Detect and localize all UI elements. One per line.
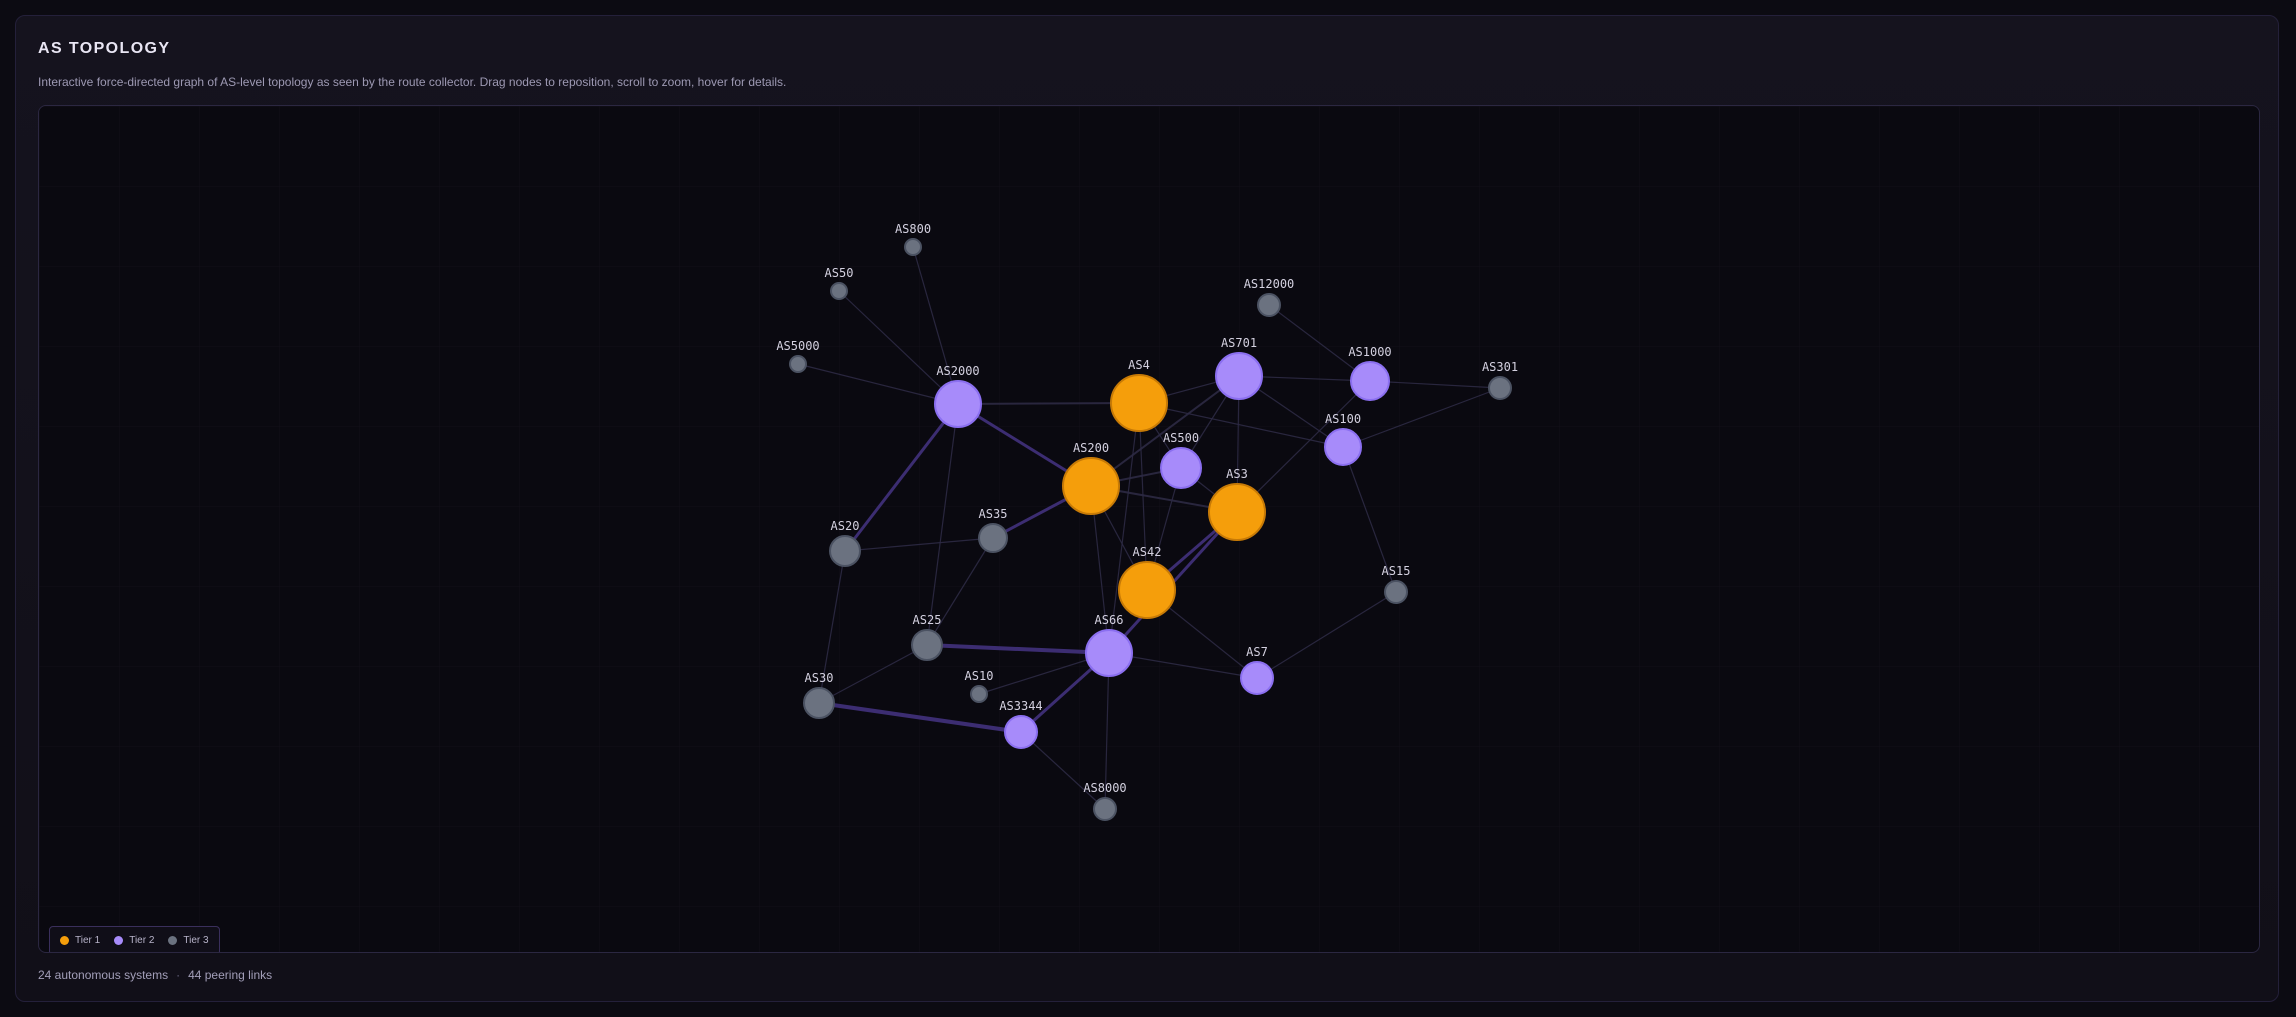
as-node[interactable]: AS20 — [829, 519, 861, 567]
stats-separator: · — [176, 968, 181, 982]
as-node-label: AS15 — [1382, 564, 1411, 578]
as-node-circle[interactable] — [1384, 580, 1408, 604]
link-count: 44 peering links — [188, 968, 273, 982]
as-node[interactable]: AS25 — [911, 613, 943, 661]
legend-item-tier-1[interactable]: Tier 1 — [60, 935, 100, 946]
legend-label: Tier 2 — [129, 935, 155, 946]
as-node[interactable]: AS1000 — [1348, 345, 1392, 401]
as-node-circle[interactable] — [1062, 457, 1120, 515]
as-node-label: AS100 — [1325, 412, 1361, 426]
as-node-label: AS3 — [1226, 467, 1248, 481]
graph-stats: 24 autonomous systems · 44 peering links — [38, 968, 272, 982]
as-node-circle[interactable] — [978, 523, 1008, 553]
as-node-label: AS20 — [831, 519, 860, 533]
as-node-circle[interactable] — [1004, 715, 1038, 749]
as-node-label: AS10 — [965, 669, 994, 683]
page-description: Interactive force-directed graph of AS-l… — [38, 75, 787, 89]
as-node-circle[interactable] — [1240, 661, 1274, 695]
as-node[interactable]: AS2000 — [934, 364, 982, 428]
as-node-circle[interactable] — [803, 687, 835, 719]
as-node-circle[interactable] — [911, 629, 943, 661]
as-node-circle[interactable] — [1118, 561, 1176, 619]
as-node-circle[interactable] — [1324, 428, 1362, 466]
as-node-label: AS7 — [1246, 645, 1268, 659]
legend-label: Tier 1 — [75, 935, 101, 946]
page-title: AS TOPOLOGY — [38, 40, 171, 57]
as-node-label: AS42 — [1133, 545, 1162, 559]
as-node-label: AS2000 — [936, 364, 979, 378]
as-node-circle[interactable] — [829, 535, 861, 567]
as-node-label: AS12000 — [1244, 277, 1295, 291]
as-node-label: AS4 — [1128, 358, 1150, 372]
as-node-circle[interactable] — [1215, 352, 1263, 400]
legend-label: Tier 3 — [183, 935, 209, 946]
topology-graph[interactable]: AS4 AS200 AS3 AS42 AS2000 AS701 AS1000 AS100 AS5… — [39, 106, 2260, 953]
as-node-label: AS500 — [1163, 431, 1199, 445]
as-node-label: AS50 — [825, 266, 854, 280]
as-node-circle[interactable] — [1350, 361, 1390, 401]
as-node-label: AS5000 — [776, 339, 819, 353]
as-node-circle[interactable] — [1488, 376, 1512, 400]
as-node-label: AS30 — [805, 671, 834, 685]
as-node-circle[interactable] — [1110, 374, 1168, 432]
legend: Tier 1 Tier 2 Tier 3 — [49, 926, 220, 952]
as-node-label: AS35 — [979, 507, 1008, 521]
graph-grid — [39, 106, 2259, 952]
as-node-circle[interactable] — [830, 282, 848, 300]
node-count: 24 autonomous systems — [38, 968, 169, 982]
as-node-label: AS200 — [1073, 441, 1109, 455]
as-node[interactable]: AS30 — [803, 671, 835, 719]
as-node[interactable]: AS701 — [1215, 336, 1263, 400]
as-node[interactable]: AS35 — [978, 507, 1008, 553]
as-node-label: AS301 — [1482, 360, 1518, 374]
legend-item-tier-3[interactable]: Tier 3 — [168, 935, 209, 946]
as-node-label: AS800 — [895, 222, 931, 236]
as-node-circle[interactable] — [970, 685, 988, 703]
as-node-circle[interactable] — [1085, 629, 1133, 677]
legend-item-tier-2[interactable]: Tier 2 — [114, 935, 154, 946]
as-node-label: AS701 — [1221, 336, 1257, 350]
as-node-circle[interactable] — [934, 380, 982, 428]
tier-2-swatch-icon — [114, 936, 124, 945]
as-node[interactable]: AS500 — [1160, 431, 1202, 489]
as-node-label: AS66 — [1095, 613, 1124, 627]
as-node-circle[interactable] — [1160, 447, 1202, 489]
as-node-label: AS25 — [913, 613, 942, 627]
as-node-label: AS1000 — [1348, 345, 1391, 359]
tier-1-swatch-icon — [60, 936, 69, 945]
as-node[interactable]: AS100 — [1324, 412, 1362, 466]
as-node-circle[interactable] — [789, 355, 807, 373]
tier-3-swatch-icon — [168, 936, 178, 945]
as-node-circle[interactable] — [1093, 797, 1117, 821]
as-node-circle[interactable] — [904, 238, 922, 256]
as-node-label: AS8000 — [1083, 781, 1126, 795]
graph-canvas[interactable]: AS4 AS200 AS3 AS42 AS2000 AS701 AS1000 AS100 AS5… — [38, 105, 2260, 953]
as-node-circle[interactable] — [1257, 293, 1281, 317]
as-node-circle[interactable] — [1208, 483, 1266, 541]
as-node-label: AS3344 — [999, 699, 1042, 713]
topology-panel: AS TOPOLOGY Interactive force-directed g… — [15, 15, 2279, 1002]
